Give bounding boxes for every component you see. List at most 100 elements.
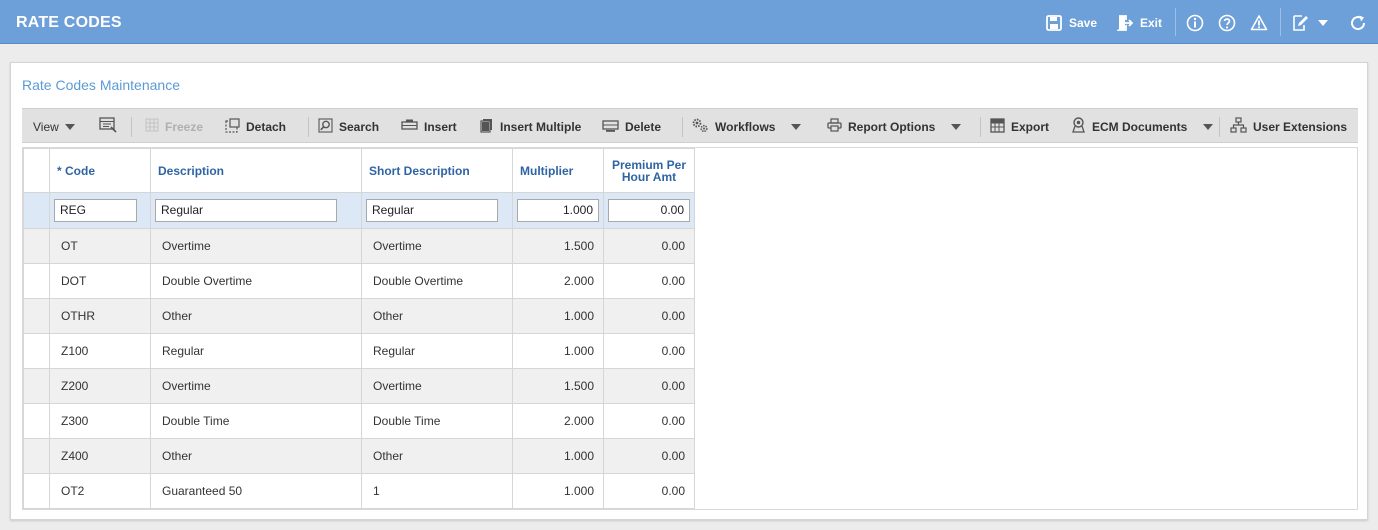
- row-selector-header[interactable]: [23, 148, 50, 193]
- multiplier-cell[interactable]: 1.500: [512, 228, 604, 264]
- table-row[interactable]: Z100 Regular Regular 1.000 0.00: [23, 333, 695, 369]
- columns-settings-icon: [99, 117, 117, 136]
- multiplier-cell[interactable]: 1.000: [512, 438, 604, 474]
- toolbar-divider-4: [980, 117, 981, 137]
- premium-cell[interactable]: 0.00: [603, 473, 695, 509]
- warning-button[interactable]: [1250, 12, 1268, 34]
- code-cell[interactable]: OTHR: [49, 298, 151, 334]
- premium-cell[interactable]: 0.00: [603, 263, 695, 299]
- help-button[interactable]: [1218, 12, 1236, 34]
- toolbar-divider: [131, 117, 132, 137]
- row-selector[interactable]: [23, 228, 50, 264]
- table-row[interactable]: DOT Double Overtime Double Overtime 2.00…: [23, 263, 695, 299]
- freeze-button[interactable]: Freeze: [145, 109, 203, 144]
- description-input[interactable]: Regular: [155, 199, 337, 222]
- short-description-cell[interactable]: Double Time: [361, 403, 513, 439]
- row-selector[interactable]: [23, 192, 50, 229]
- table-row[interactable]: OT2 Guaranteed 50 1 1.000 0.00: [23, 473, 695, 509]
- chevron-down-icon: [791, 123, 802, 130]
- multiplier-cell[interactable]: 1.500: [512, 368, 604, 404]
- table-row[interactable]: OT Overtime Overtime 1.500 0.00: [23, 228, 695, 264]
- view-menu[interactable]: View: [33, 109, 75, 144]
- ecm-documents-button[interactable]: ECM Documents: [1071, 109, 1214, 144]
- column-header-multiplier[interactable]: Multiplier: [512, 148, 604, 193]
- table-row-selected[interactable]: REG Regular Regular 1.000 0.00: [23, 192, 695, 229]
- premium-cell[interactable]: 0.00: [603, 298, 695, 334]
- short-description-input[interactable]: Regular: [366, 199, 498, 222]
- exit-button[interactable]: Exit: [1117, 12, 1162, 34]
- code-input[interactable]: REG: [54, 199, 137, 222]
- multiplier-input[interactable]: 1.000: [517, 199, 599, 222]
- description-cell[interactable]: Other: [150, 298, 362, 334]
- short-description-cell[interactable]: Overtime: [361, 228, 513, 264]
- short-description-cell[interactable]: Overtime: [361, 368, 513, 404]
- premium-cell[interactable]: 0.00: [603, 403, 695, 439]
- column-header-description[interactable]: Description: [150, 148, 362, 193]
- short-description-cell[interactable]: Regular: [361, 333, 513, 369]
- code-cell[interactable]: Z300: [49, 403, 151, 439]
- short-description-cell[interactable]: Other: [361, 438, 513, 474]
- premium-cell[interactable]: 0.00: [603, 333, 695, 369]
- table-row[interactable]: Z400 Other Other 1.000 0.00: [23, 438, 695, 474]
- row-selector[interactable]: [23, 403, 50, 439]
- column-header-premium[interactable]: Premium Per Hour Amt: [603, 148, 695, 193]
- premium-input[interactable]: 0.00: [608, 199, 690, 222]
- user-extensions-button[interactable]: User Extensions: [1230, 109, 1347, 144]
- table-row[interactable]: Z200 Overtime Overtime 1.500 0.00: [23, 368, 695, 404]
- refresh-button[interactable]: [1349, 12, 1367, 34]
- insert-button[interactable]: Insert: [401, 109, 457, 144]
- table-row[interactable]: OTHR Other Other 1.000 0.00: [23, 298, 695, 334]
- export-label: Export: [1011, 119, 1050, 134]
- row-selector[interactable]: [23, 473, 50, 509]
- table-row[interactable]: Z300 Double Time Double Time 2.000 0.00: [23, 403, 695, 439]
- column-header-code[interactable]: * Code: [49, 148, 151, 193]
- multiplier-cell[interactable]: 2.000: [512, 403, 604, 439]
- description-cell[interactable]: Overtime: [150, 368, 362, 404]
- search-button[interactable]: Search: [318, 109, 379, 144]
- short-description-cell[interactable]: Other: [361, 298, 513, 334]
- code-cell[interactable]: OT: [49, 228, 151, 264]
- description-cell[interactable]: Regular: [150, 333, 362, 369]
- row-selector[interactable]: [23, 298, 50, 334]
- description-cell[interactable]: Double Overtime: [150, 263, 362, 299]
- premium-cell[interactable]: 0.00: [603, 228, 695, 264]
- report-options-button[interactable]: Report Options: [827, 109, 962, 144]
- code-cell[interactable]: DOT: [49, 263, 151, 299]
- code-cell[interactable]: Z100: [49, 333, 151, 369]
- multiplier-cell[interactable]: 1.000: [512, 298, 604, 334]
- multiplier-cell[interactable]: 1.000: [512, 473, 604, 509]
- column-header-short-description[interactable]: Short Description: [361, 148, 513, 193]
- export-button[interactable]: Export: [990, 109, 1049, 144]
- row-selector[interactable]: [23, 333, 50, 369]
- description-cell[interactable]: Double Time: [150, 403, 362, 439]
- warning-icon: [1250, 14, 1268, 32]
- description-cell[interactable]: Other: [150, 438, 362, 474]
- delete-button[interactable]: Delete: [602, 109, 661, 144]
- row-selector[interactable]: [23, 263, 50, 299]
- description-cell[interactable]: Overtime: [150, 228, 362, 264]
- insert-multiple-button[interactable]: Insert Multiple: [480, 109, 581, 144]
- info-icon: [1186, 14, 1204, 32]
- row-selector[interactable]: [23, 368, 50, 404]
- code-cell[interactable]: OT2: [49, 473, 151, 509]
- detach-button[interactable]: Detach: [225, 109, 286, 144]
- code-cell[interactable]: Z200: [49, 368, 151, 404]
- chevron-down-icon: [951, 123, 962, 130]
- save-button[interactable]: Save: [1046, 12, 1097, 34]
- description-cell[interactable]: Guaranteed 50: [150, 473, 362, 509]
- premium-cell[interactable]: 0.00: [603, 368, 695, 404]
- premium-cell[interactable]: 0.00: [603, 438, 695, 474]
- code-cell[interactable]: Z400: [49, 438, 151, 474]
- insert-multiple-label: Insert Multiple: [500, 119, 582, 134]
- multiplier-cell[interactable]: 1.000: [512, 333, 604, 369]
- freeze-icon: [145, 118, 159, 135]
- workflows-button[interactable]: Workflows: [691, 109, 802, 144]
- row-selector[interactable]: [23, 438, 50, 474]
- short-description-cell[interactable]: Double Overtime: [361, 263, 513, 299]
- edit-menu-button[interactable]: [1291, 12, 1328, 34]
- columns-button[interactable]: [99, 109, 117, 144]
- premium-header-line-2: Hour Amt: [621, 169, 677, 184]
- multiplier-cell[interactable]: 2.000: [512, 263, 604, 299]
- info-button[interactable]: [1186, 12, 1204, 34]
- short-description-cell[interactable]: 1: [361, 473, 513, 509]
